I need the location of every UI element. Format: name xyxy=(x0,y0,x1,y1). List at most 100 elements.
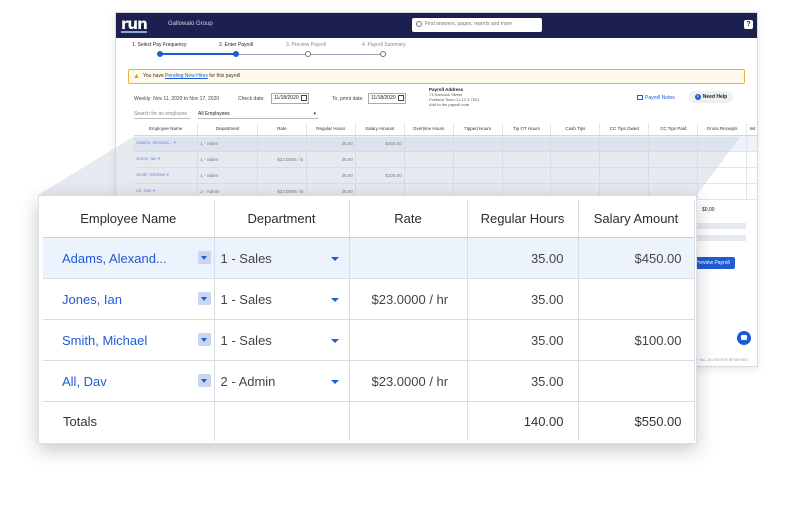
chevron-down-icon[interactable] xyxy=(197,250,211,264)
calendar-icon[interactable] xyxy=(301,95,307,101)
rate-cell[interactable] xyxy=(257,135,307,152)
regular-hours-input[interactable]: 35.00 xyxy=(467,237,579,279)
header-regular-hours[interactable]: Regular Hours xyxy=(467,200,579,238)
department-select[interactable]: 2 - Admin xyxy=(214,360,350,402)
grid-cell[interactable] xyxy=(746,183,757,200)
hours-cell[interactable]: 35.00 xyxy=(306,135,356,152)
grid-cell[interactable] xyxy=(648,135,699,152)
chevron-down-icon[interactable] xyxy=(197,373,211,387)
caret-down-icon[interactable] xyxy=(330,256,339,261)
rate-cell[interactable] xyxy=(349,237,468,279)
employee-cell[interactable]: Jones, Ian xyxy=(43,278,215,320)
step-payroll-summary[interactable]: 4. Payroll Summary xyxy=(362,42,406,48)
chevron-down-icon[interactable]: ▾ xyxy=(153,188,155,193)
company-name[interactable]: Gallowalo Group xyxy=(168,21,213,27)
rate-cell[interactable] xyxy=(349,319,468,361)
grid-cell[interactable] xyxy=(453,135,503,152)
employee-name-link[interactable]: Adams, Alexand... xyxy=(62,251,167,266)
employee-search-input[interactable]: Search for an employee xyxy=(134,111,190,119)
caret-down-icon[interactable] xyxy=(330,338,339,343)
grid-cell[interactable] xyxy=(453,151,503,168)
caret-down-icon[interactable] xyxy=(330,379,339,384)
grid-cell[interactable] xyxy=(502,151,552,168)
department-select[interactable]: 1 - Sales xyxy=(214,319,350,361)
employee-name-link[interactable]: Jones, Ian xyxy=(62,292,122,307)
need-help-button[interactable]: ? Need Help xyxy=(689,91,733,103)
table-row[interactable]: Jones, Ian ▾ 1 - Sales $23.0000 / hr 35.… xyxy=(134,151,757,168)
header-salary-amount[interactable]: Salary Amount xyxy=(578,200,695,238)
chevron-down-icon[interactable]: ▾ xyxy=(158,156,160,161)
salary-amount-input[interactable]: $450.00 xyxy=(578,237,695,279)
grid-cell[interactable] xyxy=(746,167,757,184)
table-row[interactable]: Jones, Ian 1 - Sales $23.0000 / hr 35.00 xyxy=(43,278,695,320)
salary-cell[interactable]: $450.00 xyxy=(355,135,405,152)
grid-cell[interactable] xyxy=(453,167,503,184)
rate-cell[interactable] xyxy=(257,167,307,184)
employee-name-cell[interactable]: Smith, Michael ▾ xyxy=(134,167,199,184)
header-department[interactable]: Department xyxy=(214,200,350,238)
salary-cell[interactable]: $100.00 xyxy=(355,167,405,184)
grid-cell[interactable] xyxy=(550,135,601,152)
table-row[interactable]: Adams, Alexand... 1 - Sales 35.00 $450.0… xyxy=(43,237,695,279)
employee-filter-select[interactable]: All Employees ▾ xyxy=(198,111,318,119)
to-date-field[interactable]: 11/18/2020 xyxy=(368,93,406,104)
salary-amount-input[interactable] xyxy=(578,278,695,320)
table-row[interactable]: All, Dav 2 - Admin $23.0000 / hr 35.00 xyxy=(43,360,695,402)
step-preview-payroll[interactable]: 3. Preview Payroll xyxy=(286,42,326,48)
chevron-down-icon[interactable] xyxy=(197,291,211,305)
rate-cell[interactable]: $23.0000 / hr xyxy=(257,151,307,168)
table-row[interactable]: Adams, Alexand... ▾ 1 - Sales 35.00 $450… xyxy=(134,135,757,152)
header-employee-name[interactable]: Employee Name xyxy=(43,200,215,238)
regular-hours-input[interactable]: 35.00 xyxy=(467,278,579,320)
employee-cell[interactable]: Smith, Michael xyxy=(43,319,215,361)
table-row[interactable]: Smith, Michael 1 - Sales 35.00 $100.00 xyxy=(43,319,695,361)
rate-cell[interactable]: $23.0000 / hr xyxy=(349,360,468,402)
address-note-link[interactable]: Add to the payroll note xyxy=(429,102,469,107)
calendar-icon[interactable] xyxy=(398,95,404,101)
grid-cell[interactable] xyxy=(550,151,601,168)
grid-cell[interactable] xyxy=(550,167,601,184)
employee-name-cell[interactable]: Adams, Alexand... ▾ xyxy=(134,135,199,152)
grid-cell[interactable] xyxy=(599,151,650,168)
employee-name-link[interactable]: Smith, Michael xyxy=(62,333,147,348)
hours-cell[interactable]: 35.00 xyxy=(306,167,356,184)
pending-new-hires-link[interactable]: Pending New Hires xyxy=(165,73,208,79)
department-cell[interactable]: 1 - Sales xyxy=(197,151,258,168)
grid-cell[interactable] xyxy=(404,151,454,168)
salary-amount-input[interactable]: $100.00 xyxy=(578,319,695,361)
global-search-input[interactable]: Find answers, pages, reports and more xyxy=(412,18,542,32)
grid-cell[interactable] xyxy=(599,135,650,152)
department-cell[interactable]: 1 - Sales xyxy=(197,135,258,152)
header-rate[interactable]: Rate xyxy=(349,200,468,238)
caret-down-icon[interactable] xyxy=(330,297,339,302)
salary-cell[interactable] xyxy=(355,151,405,168)
regular-hours-input[interactable]: 35.00 xyxy=(467,360,579,402)
payroll-notes-button[interactable]: Payroll Notes xyxy=(637,95,675,101)
table-row[interactable]: Smith, Michael ▾ 1 - Sales 35.00 $100.00 xyxy=(134,167,757,184)
chevron-down-icon[interactable] xyxy=(197,332,211,346)
step-enter-payroll[interactable]: 2. Enter Payroll xyxy=(219,42,253,48)
grid-cell[interactable] xyxy=(648,167,699,184)
employee-name[interactable]: Jones, Ian xyxy=(136,156,157,161)
chevron-down-icon[interactable]: ▾ xyxy=(167,172,169,177)
department-select[interactable]: 1 - Sales xyxy=(214,278,350,320)
employee-cell[interactable]: Adams, Alexand... xyxy=(43,237,215,279)
step-select-pay-frequency[interactable]: 1. Select Pay Frequency xyxy=(132,42,186,48)
employee-cell[interactable]: All, Dav xyxy=(43,360,215,402)
grid-cell[interactable] xyxy=(599,167,650,184)
employee-name[interactable]: All, Dav xyxy=(136,188,152,193)
chevron-down-icon[interactable]: ▾ xyxy=(174,140,176,145)
grid-cell[interactable] xyxy=(697,151,748,168)
employee-name[interactable]: Smith, Michael xyxy=(136,172,166,177)
check-date-field[interactable]: 11/18/2020 xyxy=(271,93,309,104)
grid-cell[interactable] xyxy=(502,167,552,184)
employee-name[interactable]: Adams, Alexand... xyxy=(136,140,172,145)
grid-cell[interactable] xyxy=(697,167,748,184)
salary-amount-input[interactable] xyxy=(578,360,695,402)
regular-hours-input[interactable]: 35.00 xyxy=(467,319,579,361)
department-select[interactable]: 1 - Sales xyxy=(214,237,350,279)
grid-cell[interactable] xyxy=(746,151,757,168)
chat-icon[interactable] xyxy=(737,331,751,345)
hours-cell[interactable]: 35.00 xyxy=(306,151,356,168)
department-cell[interactable]: 1 - Sales xyxy=(197,167,258,184)
